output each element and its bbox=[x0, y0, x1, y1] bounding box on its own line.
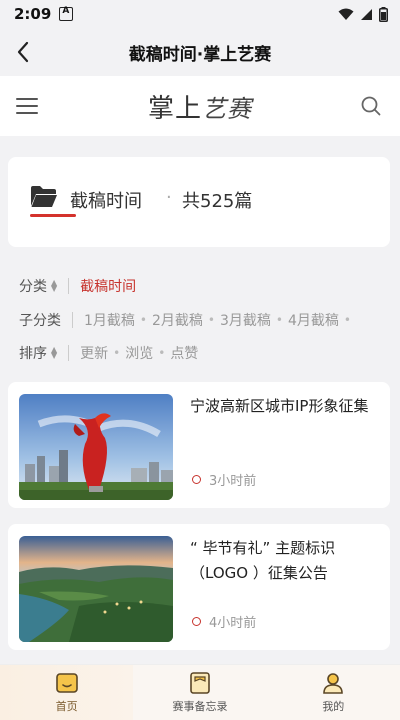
nav-memo-label: 赛事备忘录 bbox=[172, 700, 228, 713]
nav-home[interactable]: 首页 bbox=[0, 665, 134, 720]
status-bar: 2:09 bbox=[0, 0, 400, 28]
bottom-nav: 首页 赛事备忘录 我的 bbox=[0, 664, 400, 720]
folder-icon bbox=[31, 186, 57, 207]
filter-subcategory-row: 子分类 1月截稿 • 2月截稿 • 3月截稿 • 4月截稿 • bbox=[0, 308, 400, 332]
battery-icon bbox=[379, 6, 388, 22]
logo-script: 艺赛 bbox=[202, 94, 252, 123]
app-header: 掌上艺赛 bbox=[0, 76, 400, 136]
subcategory-feb[interactable]: 2月截稿 bbox=[152, 310, 203, 330]
article-thumbnail[interactable] bbox=[19, 394, 173, 500]
filter-category-row: 分类 ▲ ▼ 截稿时间 bbox=[0, 274, 400, 298]
category-filter-label[interactable]: 分类 ▲ ▼ bbox=[19, 276, 57, 296]
bullet: • bbox=[207, 313, 215, 327]
logo-text: 掌上 bbox=[147, 93, 202, 124]
category-underline bbox=[30, 214, 76, 217]
divider bbox=[68, 345, 70, 361]
subcategory-jan[interactable]: 1月截稿 bbox=[84, 310, 135, 330]
article-title[interactable]: 宁波高新区城市IP形象征集 bbox=[190, 394, 376, 419]
hamburger-menu-icon[interactable] bbox=[16, 96, 38, 116]
nav-profile[interactable]: 我的 bbox=[267, 665, 400, 720]
notification-icon bbox=[59, 6, 74, 21]
bullet: • bbox=[275, 313, 283, 327]
bullet: • bbox=[139, 313, 147, 327]
sort-filter-label[interactable]: 排序 ▲ ▼ bbox=[19, 343, 57, 363]
sort-arrows-icon: ▲ ▼ bbox=[51, 278, 58, 293]
article-time: 3小时前 bbox=[209, 474, 257, 489]
article-thumbnail[interactable] bbox=[19, 536, 173, 642]
filter-sort-row: 排序 ▲ ▼ 更新 • 浏览 • 点赞 bbox=[0, 341, 400, 365]
bullet: • bbox=[343, 313, 351, 327]
status-time: 2:09 bbox=[14, 5, 52, 23]
subcategory-mar[interactable]: 3月截稿 bbox=[220, 310, 271, 330]
article-meta: 3小时前 bbox=[192, 470, 256, 489]
category-option-active[interactable]: 截稿时间 bbox=[80, 276, 136, 296]
category-name: 截稿时间 bbox=[70, 191, 142, 212]
memo-icon bbox=[190, 672, 210, 694]
article-meta: 4小时前 bbox=[192, 612, 256, 631]
sort-update[interactable]: 更新 bbox=[80, 343, 108, 363]
time-dot-icon bbox=[192, 475, 201, 484]
article-card[interactable]: 宁波高新区城市IP形象征集 3小时前 bbox=[8, 382, 390, 508]
status-icons bbox=[338, 6, 388, 22]
nav-home-label: 首页 bbox=[55, 700, 78, 713]
category-separator: · bbox=[166, 187, 172, 208]
divider bbox=[68, 278, 70, 294]
article-title[interactable]: “ 毕节有礼” 主题标识（LOGO ）征集公告 bbox=[190, 536, 376, 586]
profile-icon bbox=[323, 673, 344, 694]
category-count: 共525篇 bbox=[182, 191, 253, 212]
article-time: 4小时前 bbox=[209, 616, 257, 631]
wifi-icon bbox=[338, 8, 354, 20]
divider bbox=[72, 312, 73, 328]
nav-memo[interactable]: 赛事备忘录 bbox=[133, 665, 266, 720]
sort-views[interactable]: 浏览 bbox=[125, 343, 153, 363]
signal-icon bbox=[361, 8, 372, 20]
bullet: • bbox=[113, 346, 121, 360]
home-icon bbox=[55, 673, 78, 693]
page-title: 截稿时间·掌上艺赛 bbox=[128, 44, 272, 65]
subcategory-filter-label: 子分类 bbox=[19, 313, 61, 329]
nav-profile-label: 我的 bbox=[322, 700, 345, 713]
bullet: • bbox=[158, 346, 166, 360]
app-logo[interactable]: 掌上艺赛 bbox=[148, 88, 252, 125]
title-bar: 截稿时间·掌上艺赛 bbox=[0, 28, 400, 76]
time-dot-icon bbox=[192, 617, 201, 626]
sort-arrows-icon: ▲ ▼ bbox=[51, 345, 58, 360]
category-card: 截稿时间 · 共525篇 bbox=[8, 157, 390, 247]
subcategory-apr[interactable]: 4月截稿 bbox=[288, 310, 339, 330]
article-card[interactable]: “ 毕节有礼” 主题标识（LOGO ）征集公告 4小时前 bbox=[8, 524, 390, 650]
sort-likes[interactable]: 点赞 bbox=[170, 343, 198, 363]
back-arrow-icon[interactable] bbox=[10, 38, 38, 66]
search-icon[interactable] bbox=[360, 95, 382, 117]
